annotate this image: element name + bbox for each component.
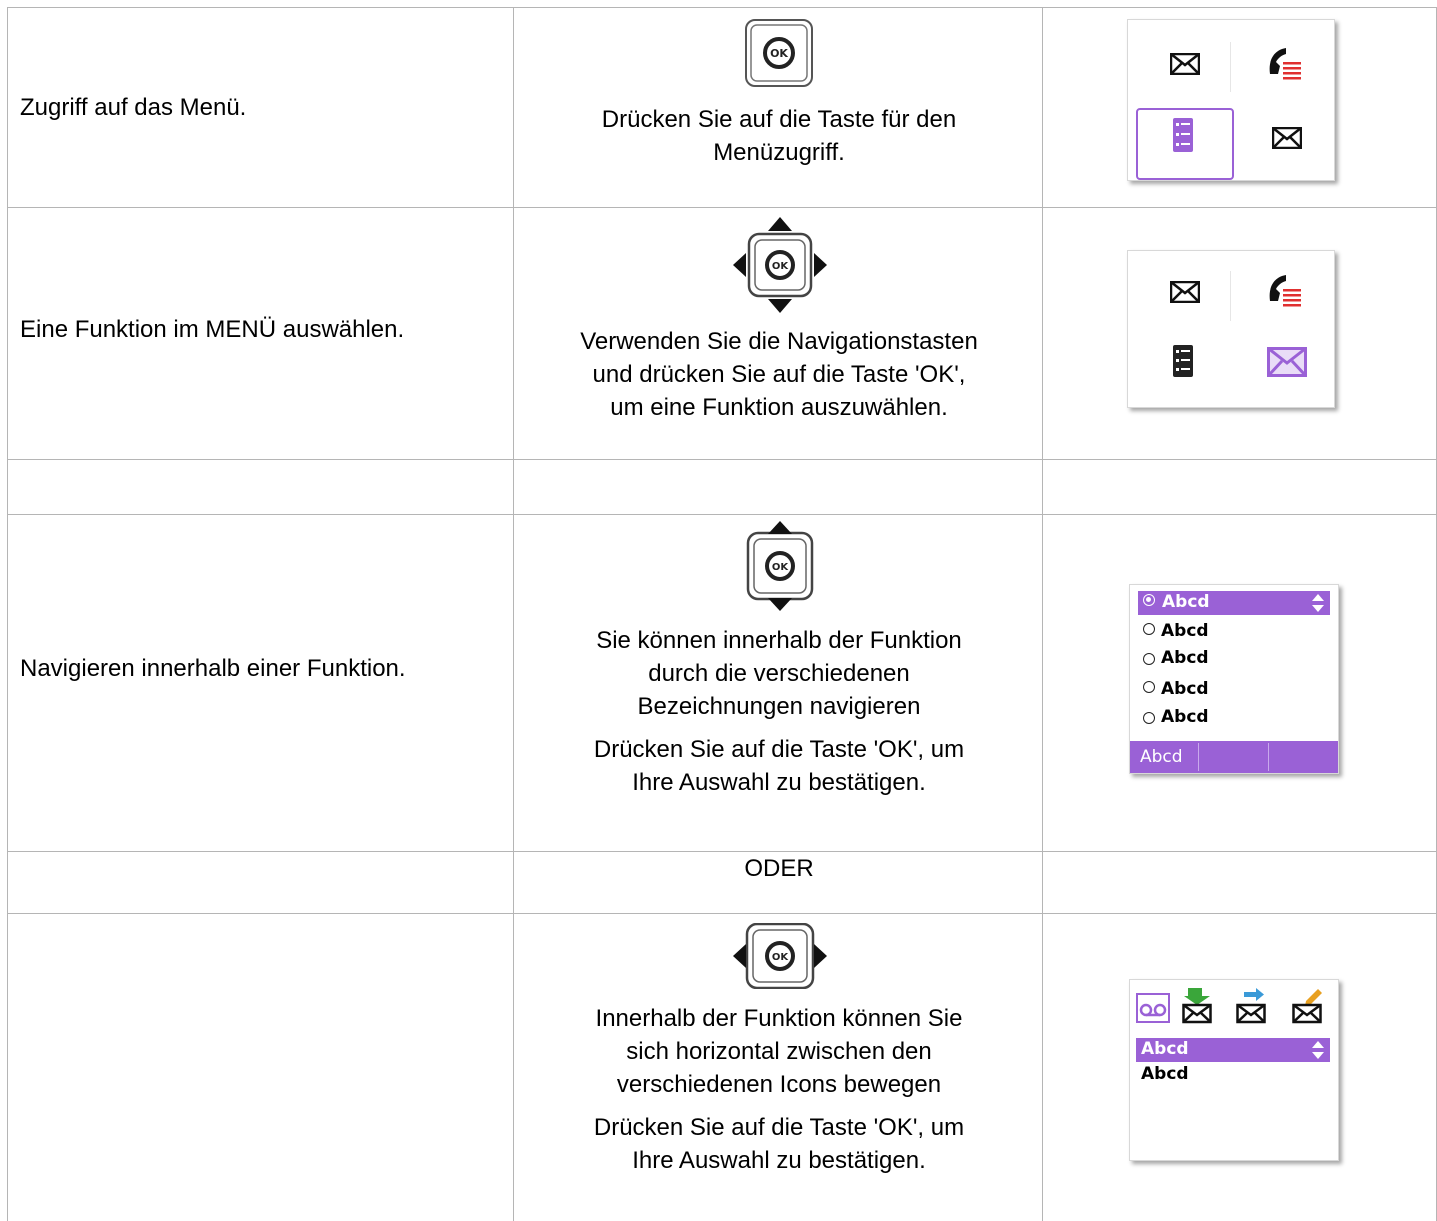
selected-list-item: Abcd (1136, 1038, 1330, 1062)
instruction-line: Drücken Sie auf die Taste für den (601, 106, 957, 133)
row-divider-4 (7, 851, 1437, 852)
nav-4way-icon: OK (733, 217, 827, 313)
list-item: Abcd (1143, 707, 1209, 727)
sent-icon (1236, 988, 1266, 1024)
row2-instruction: Verwenden Sie die Navigationstasten und … (515, 325, 1043, 424)
row-divider-5 (7, 913, 1437, 914)
instruction-line: Innerhalb der Funktion können Sie (595, 1005, 963, 1032)
icon-screen-preview: Abcd Abcd (1129, 979, 1339, 1161)
row-divider-3 (7, 514, 1437, 515)
radio-icon (1143, 623, 1155, 635)
separator-text: ODER (744, 855, 814, 882)
instruction-line: verschiedenen Icons bewegen (616, 1071, 942, 1098)
row1-instruction: Drücken Sie auf die Taste für den Menüzu… (515, 103, 1043, 169)
row3-action-text: Navigieren innerhalb einer Funktion. (20, 655, 406, 682)
svg-text:OK: OK (770, 47, 788, 60)
contacts-list-icon (1173, 118, 1193, 152)
inbox-icon (1182, 988, 1212, 1024)
scroll-updown-icon (1312, 1041, 1324, 1059)
list-screen-preview: Abcd Abcd Abcd Abcd Abcd Abcd (1129, 584, 1339, 774)
svg-text:OK: OK (772, 562, 790, 573)
call-log-icon (1269, 275, 1301, 307)
menu-screen-preview (1127, 19, 1335, 181)
call-log-icon (1269, 48, 1301, 80)
table-border-left (7, 7, 8, 1221)
row2-action-text: Eine Funktion im MENÜ auswählen. (20, 316, 405, 343)
radio-icon (1143, 712, 1155, 724)
envelope-icon (1267, 347, 1307, 377)
nav-leftright-icon: OK (733, 923, 827, 989)
radio-icon (1143, 653, 1155, 665)
instruction-line: Drücken Sie auf die Taste 'OK', um (593, 1114, 965, 1141)
row5-instruction: Innerhalb der Funktion können Sie sich h… (515, 1002, 1043, 1177)
list-item: Abcd (1143, 648, 1209, 668)
voicemail-icon (1136, 993, 1170, 1023)
draft-icon (1292, 989, 1322, 1024)
selected-list-item: Abcd (1138, 591, 1330, 615)
ok-key-icon: OK (745, 19, 813, 87)
instruction-line: durch die verschiedenen (648, 660, 910, 687)
menu-divider (1230, 42, 1231, 92)
instruction-table: Zugriff auf das Menü. OK Drücken Sie auf… (7, 7, 1437, 1221)
scroll-updown-icon (1312, 594, 1324, 612)
instruction-line: Ihre Auswahl zu bestätigen. (632, 769, 926, 796)
row-divider-1 (7, 207, 1437, 208)
nav-updown-icon: OK (746, 521, 814, 611)
envelope-icon (1170, 53, 1200, 75)
instruction-line: Sie können innerhalb der Funktion (596, 627, 962, 654)
contacts-list-icon (1173, 345, 1193, 377)
row3-instruction: Sie können innerhalb der Funktion durch … (515, 624, 1043, 799)
envelope-icon (1272, 127, 1302, 149)
svg-text:OK: OK (772, 952, 790, 963)
envelope-icon (1170, 281, 1200, 303)
svg-text:OK: OK (772, 261, 790, 272)
instruction-line: Bezeichnungen navigieren (637, 693, 921, 720)
instruction-line: Drücken Sie auf die Taste 'OK', um (593, 736, 965, 763)
instruction-line: sich horizontal zwischen den (626, 1038, 932, 1065)
radio-icon (1143, 681, 1155, 693)
instruction-line: Verwenden Sie die Navigationstasten (580, 328, 978, 355)
menu-divider (1230, 271, 1231, 321)
row1-action-text: Zugriff auf das Menü. (20, 94, 247, 121)
instruction-line: Menüzugriff. (713, 139, 845, 166)
menu-screen-preview-2 (1127, 250, 1335, 408)
row-divider-0 (7, 7, 1437, 8)
instruction-line: und drücken Sie auf die Taste 'OK', (592, 361, 966, 388)
list-item: Abcd (1143, 679, 1209, 699)
list-item-label: Abcd (1162, 592, 1210, 612)
column-divider-1 (513, 7, 514, 1221)
radio-selected-icon (1143, 594, 1155, 606)
softkey-bar: Abcd (1130, 741, 1338, 773)
list-item: Abcd (1143, 621, 1209, 641)
row-divider-2 (7, 459, 1437, 460)
instruction-line: Ihre Auswahl zu bestätigen. (632, 1147, 926, 1174)
instruction-line: um eine Funktion auszuwählen. (610, 394, 948, 421)
softkey-label: Abcd (1140, 747, 1183, 767)
list-item-label: Abcd (1141, 1039, 1189, 1059)
list-item: Abcd (1141, 1064, 1189, 1084)
